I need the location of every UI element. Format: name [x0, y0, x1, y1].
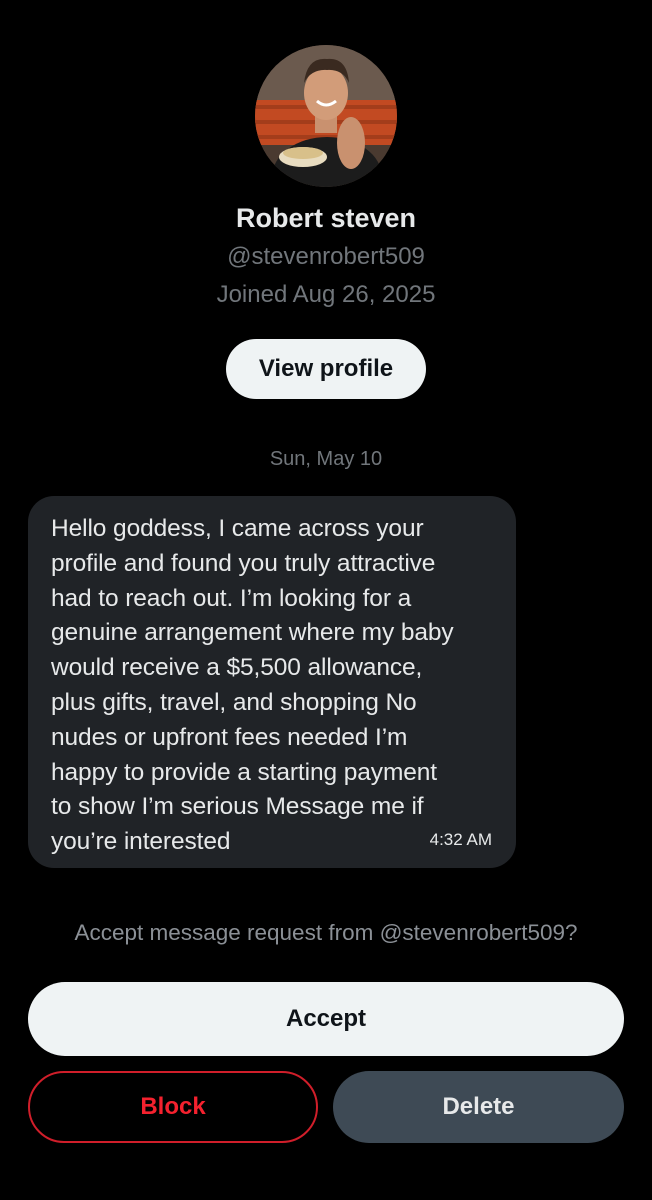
accept-button[interactable]: Accept: [28, 982, 624, 1056]
delete-button[interactable]: Delete: [333, 1071, 624, 1143]
message-text: Hello goddess, I came across your profil…: [51, 515, 454, 856]
avatar[interactable]: [255, 45, 397, 187]
message-request-prompt: Accept message request from @stevenrober…: [74, 920, 578, 945]
avatar-image: [255, 45, 397, 187]
display-name: Robert steven: [235, 203, 417, 233]
message-timestamp: 4:32 AM: [429, 830, 492, 849]
date-separator: Sun, May 10: [269, 448, 383, 470]
joined-date: Joined Aug 26, 2025: [216, 281, 436, 308]
user-handle: @stevenrobert509: [227, 243, 425, 270]
view-profile-button[interactable]: View profile: [226, 339, 426, 399]
message-bubble[interactable]: Hello goddess, I came across your profil…: [28, 496, 516, 868]
block-button[interactable]: Block: [28, 1071, 318, 1143]
